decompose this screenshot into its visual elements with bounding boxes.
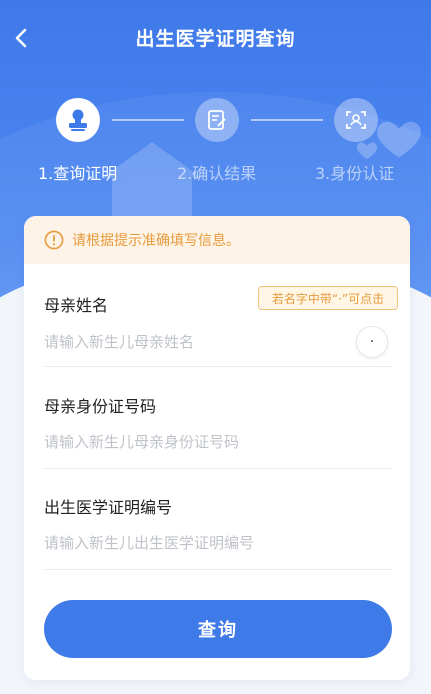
divider: [44, 366, 392, 367]
divider: [44, 569, 392, 570]
page-title: 出生医学证明查询: [135, 28, 296, 50]
birth-cert-field: 出生医学证明编号: [44, 469, 392, 570]
birth-cert-input[interactable]: [44, 531, 344, 555]
mother-id-label: 母亲身份证号码: [44, 397, 157, 416]
mother-name-input[interactable]: [44, 330, 344, 354]
mother-id-field: 母亲身份证号码: [44, 368, 392, 469]
step-1-circle: [56, 98, 100, 142]
stamp-icon: [69, 109, 87, 131]
face-scan-icon: [346, 111, 366, 129]
step-1-label: 1.查询证明: [38, 164, 118, 183]
edit-document-icon: [208, 110, 226, 130]
step-3-label: 3.身份认证: [315, 164, 395, 183]
mother-id-input[interactable]: [44, 430, 344, 454]
insert-dot-button[interactable]: ·: [356, 326, 388, 358]
query-form-card: 请根据提示准确填写信息。 母亲姓名 若名字中带“·”可点击 · 母亲身份证号码 …: [24, 216, 410, 680]
dot-hint-tooltip: 若名字中带“·”可点击: [258, 286, 398, 310]
step-connector: [112, 119, 184, 121]
birth-cert-label: 出生医学证明编号: [44, 498, 173, 517]
step-connector: [251, 119, 323, 121]
mother-name-label: 母亲姓名: [44, 296, 109, 315]
step-3-circle: [334, 98, 378, 142]
step-2-circle: [195, 98, 239, 142]
progress-steps: 1.查询证明 2.确认结果 3.身份认证: [0, 98, 431, 188]
step-2-label: 2.确认结果: [177, 164, 257, 183]
query-button[interactable]: 查询: [44, 600, 392, 658]
nav-bar: 出生医学证明查询: [0, 0, 431, 76]
